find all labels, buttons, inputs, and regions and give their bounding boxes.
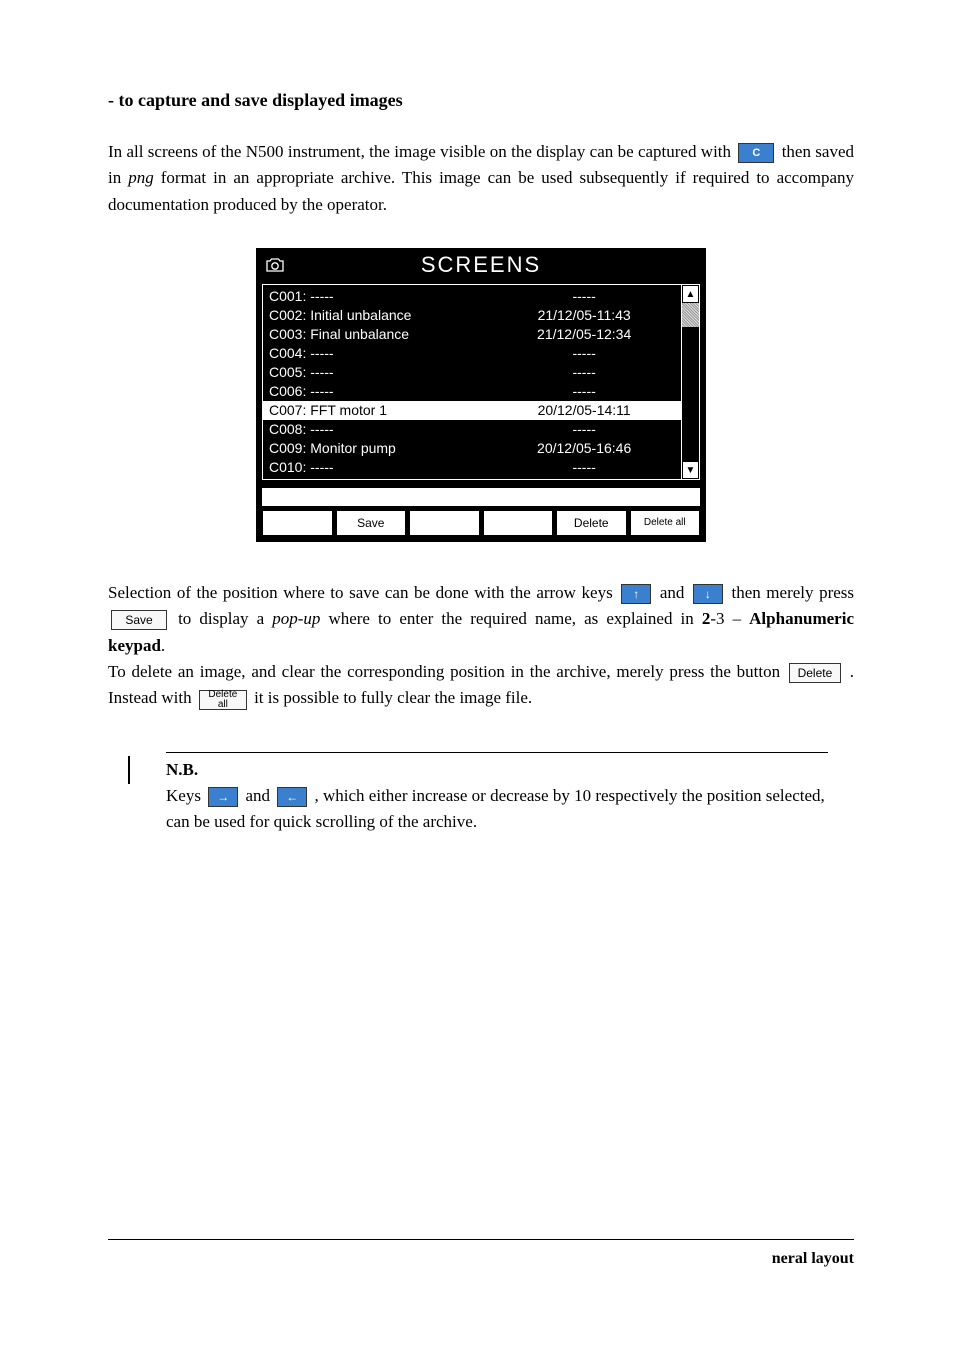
list-date: ----- — [487, 420, 681, 439]
section-heading: - to capture and save displayed images — [108, 90, 854, 111]
c-key-icon: C — [738, 143, 774, 163]
list-item: C003: Final unbalance — [263, 325, 487, 344]
list-item: C008: ----- — [263, 420, 487, 439]
list-item: C005: ----- — [263, 363, 487, 382]
device-titlebar: SCREENS — [258, 250, 704, 280]
nb-title: N.B. — [166, 760, 198, 779]
list-date: ----- — [487, 382, 681, 401]
list-date: ----- — [487, 344, 681, 363]
delete-button: Delete — [556, 510, 627, 536]
text-span: Selection of the position where to save … — [108, 583, 618, 602]
text-span: format in an appropriate archive. This i… — [108, 168, 854, 213]
text-span: and — [245, 786, 274, 805]
list-date-selected: 20/12/05-14:11 — [487, 401, 681, 420]
delete-key-icon: Delete — [789, 663, 841, 683]
spacer — [262, 510, 333, 536]
text-span: To delete an image, and clear the corres… — [108, 662, 786, 681]
list-item: C009: Monitor pump — [263, 439, 487, 458]
list-item: C002: Initial unbalance — [263, 306, 487, 325]
text-span: In all screens of the N500 instrument, t… — [108, 142, 735, 161]
footer-rule — [108, 1239, 854, 1240]
png-italic: png — [128, 168, 154, 187]
delete-all-button: Delete all — [630, 510, 701, 536]
delete-all-key-icon: Delete all — [199, 690, 247, 710]
list-item: C001: ----- — [263, 287, 487, 306]
list-item: C004: ----- — [263, 344, 487, 363]
scroll-down-icon: ▼ — [682, 461, 699, 479]
spacer — [409, 510, 480, 536]
arrow-down-icon: ↓ — [693, 584, 723, 604]
device-screenshot: SCREENS C001: ----- C002: Initial unbala… — [108, 248, 854, 542]
text-span: to display a — [178, 609, 272, 628]
list-date: 21/12/05-11:43 — [487, 306, 681, 325]
scrollbar: ▲ ▼ — [681, 285, 699, 479]
text-span: Keys — [166, 786, 205, 805]
list-date: ----- — [487, 363, 681, 382]
scroll-thumb — [682, 303, 699, 327]
text-span: . — [161, 636, 165, 655]
list-item: C010: ----- — [263, 458, 487, 477]
save-key-icon: Save — [111, 610, 167, 630]
scroll-up-icon: ▲ — [682, 285, 699, 303]
footer-text: neral layout — [772, 1250, 854, 1268]
popup-italic: pop-up — [272, 609, 320, 628]
intro-paragraph: In all screens of the N500 instrument, t… — [108, 139, 854, 218]
list-date: ----- — [487, 287, 681, 306]
nb-note: N.B. Keys → and ← , which either increas… — [128, 752, 828, 836]
input-bar — [262, 488, 700, 506]
camera-icon — [264, 254, 286, 280]
spacer — [483, 510, 554, 536]
text-span: -3 – — [710, 609, 749, 628]
arrow-left-icon: ← — [277, 787, 307, 807]
list-date: ----- — [487, 458, 681, 477]
list-item-selected: C007: FFT motor 1 — [263, 401, 487, 420]
text-span: where to enter the required name, as exp… — [320, 609, 701, 628]
text-span: then merely press — [731, 583, 854, 602]
list-date: 20/12/05-16:46 — [487, 439, 681, 458]
device-button-row: Save Delete Delete all — [258, 510, 704, 540]
arrow-up-icon: ↑ — [621, 584, 651, 604]
selection-paragraph: Selection of the position where to save … — [108, 580, 854, 659]
arrow-right-icon: → — [208, 787, 238, 807]
save-button: Save — [336, 510, 407, 536]
file-list: C001: ----- C002: Initial unbalance C003… — [262, 284, 700, 480]
list-date: 21/12/05-12:34 — [487, 325, 681, 344]
delete-paragraph: To delete an image, and clear the corres… — [108, 659, 854, 712]
text-span: it is possible to fully clear the image … — [254, 688, 532, 707]
text-span: and — [660, 583, 690, 602]
device-title: SCREENS — [421, 252, 541, 278]
list-item: C006: ----- — [263, 382, 487, 401]
